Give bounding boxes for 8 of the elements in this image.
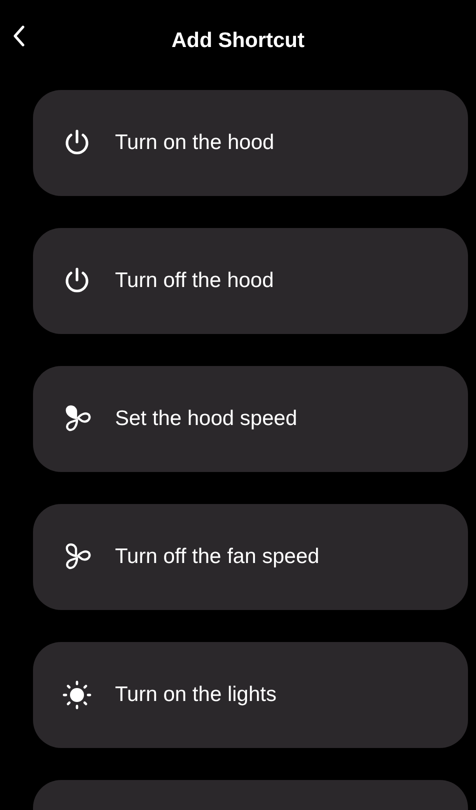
back-icon [12, 24, 26, 48]
shortcut-item[interactable]: Turn off the hood [33, 228, 468, 334]
shortcut-item[interactable]: Turn on the hood [33, 90, 468, 196]
shortcut-item[interactable]: Turn on the lights [33, 642, 468, 748]
sun-icon [61, 679, 93, 711]
screen-title: Add Shortcut [172, 29, 304, 53]
shortcut-item[interactable]: Set the hood speed [33, 366, 468, 472]
shortcut-item[interactable]: Turn off the fan speed [33, 504, 468, 610]
